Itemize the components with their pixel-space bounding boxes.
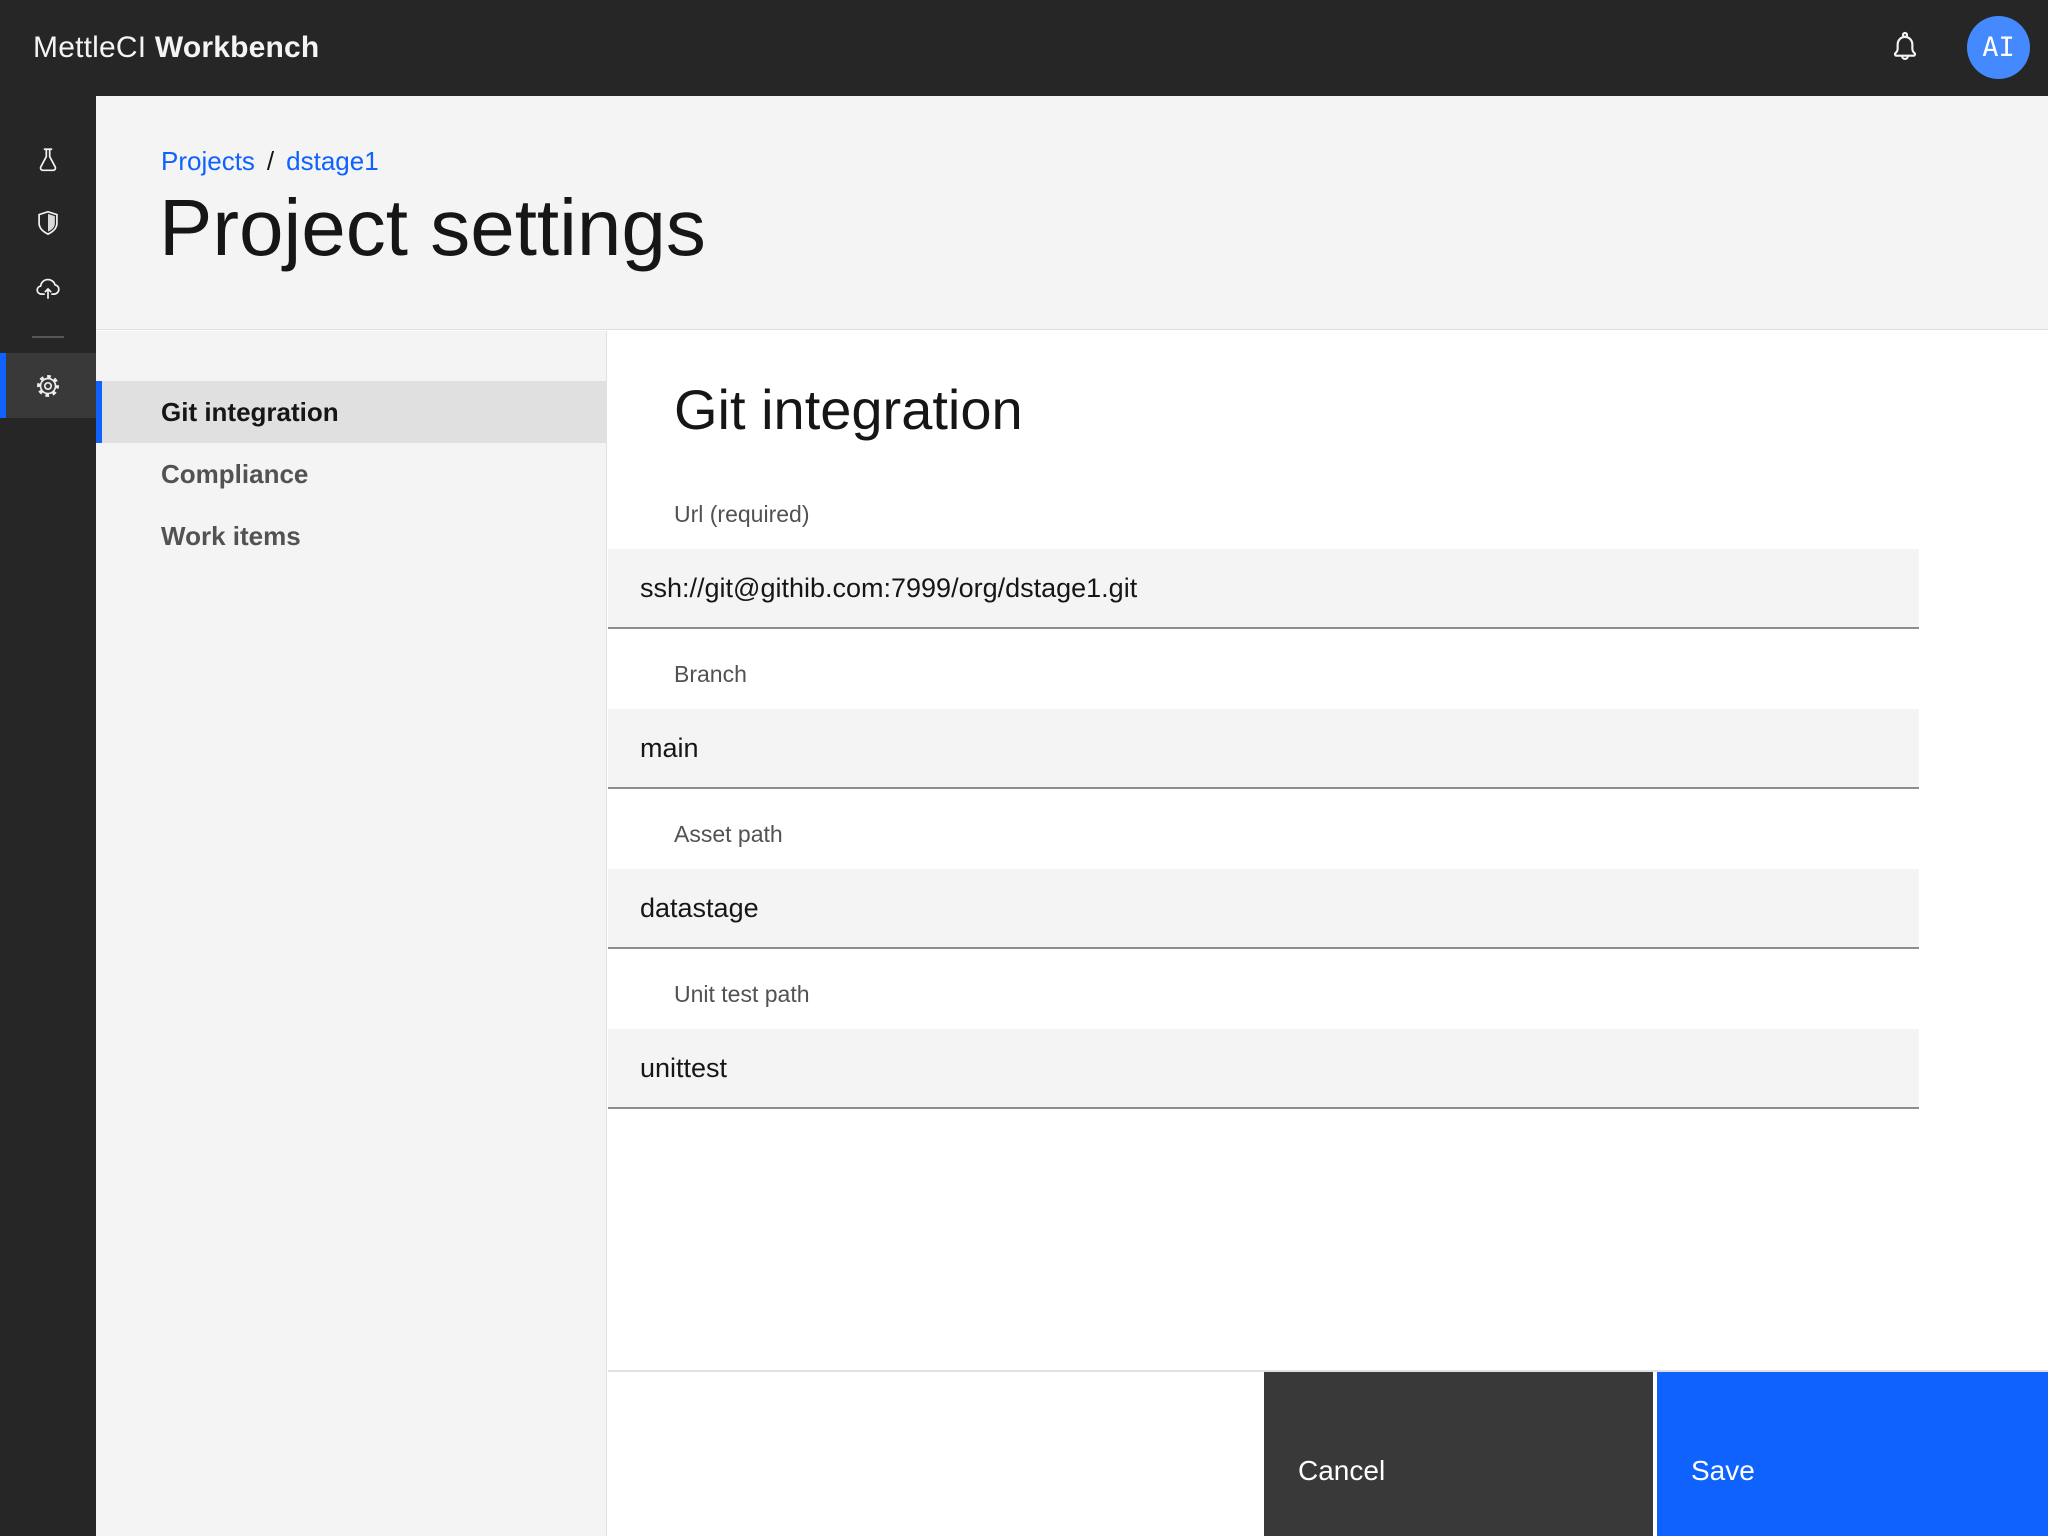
- bell-icon: [1886, 28, 1924, 68]
- nav-item-compliance[interactable]: Compliance: [96, 443, 606, 505]
- url-field-box: [608, 549, 1919, 629]
- rail-item-settings-selected[interactable]: [0, 353, 96, 418]
- settings-side-nav: Git integration Compliance Work items: [96, 331, 607, 1536]
- left-icon-rail: [0, 96, 96, 1536]
- app-window: MettleCI Workbench AI: [0, 0, 2048, 1536]
- save-button[interactable]: Save: [1657, 1372, 2048, 1536]
- page-header-band: Projects/dstage1 Project settings: [96, 96, 2048, 330]
- url-field-label: Url (required): [674, 500, 1985, 528]
- branch-input[interactable]: [608, 709, 1919, 787]
- brand-home-link[interactable]: MettleCI Workbench: [33, 0, 319, 96]
- section-heading: Git integration: [674, 374, 1023, 446]
- nav-item-git-integration[interactable]: Git integration: [96, 381, 606, 443]
- breadcrumb-projects-link[interactable]: Projects: [161, 146, 255, 176]
- shield-icon: [33, 208, 63, 238]
- asset-path-field-label: Asset path: [674, 820, 1985, 848]
- rail-item-compliance[interactable]: [0, 191, 96, 255]
- unit-test-path-input[interactable]: [608, 1029, 1919, 1107]
- settings-nav-list: Git integration Compliance Work items: [96, 381, 606, 567]
- breadcrumb-separator: /: [255, 146, 286, 176]
- branch-field-box: [608, 709, 1919, 789]
- cancel-button[interactable]: Cancel: [1264, 1372, 1653, 1536]
- settings-gear-icon: [39, 371, 63, 401]
- chemistry-flask-icon: [33, 145, 63, 175]
- top-header-bar: MettleCI Workbench AI: [0, 0, 2048, 96]
- unit-test-path-field-label: Unit test path: [674, 980, 1985, 1008]
- nav-item-work-items[interactable]: Work items: [96, 505, 606, 567]
- brand-suffix: Workbench: [155, 31, 320, 64]
- page-title: Project settings: [159, 178, 706, 278]
- user-avatar[interactable]: AI: [1967, 16, 2030, 79]
- rail-item-deploy[interactable]: [0, 256, 96, 320]
- breadcrumb-project-link[interactable]: dstage1: [286, 146, 379, 176]
- main-content: Git integration Url (required) Branch As…: [608, 331, 2048, 1536]
- asset-path-input[interactable]: [608, 869, 1919, 947]
- unit-test-path-field-box: [608, 1029, 1919, 1109]
- breadcrumb: Projects/dstage1: [161, 144, 379, 178]
- url-input[interactable]: [608, 549, 1919, 627]
- cloud-upload-icon: [33, 273, 63, 303]
- asset-path-field-box: [608, 869, 1919, 949]
- rail-divider: [32, 336, 64, 338]
- brand-prefix: MettleCI: [33, 31, 146, 64]
- rail-item-testing[interactable]: [0, 128, 96, 192]
- branch-field-label: Branch: [674, 660, 1985, 688]
- notifications-button[interactable]: [1886, 28, 1924, 68]
